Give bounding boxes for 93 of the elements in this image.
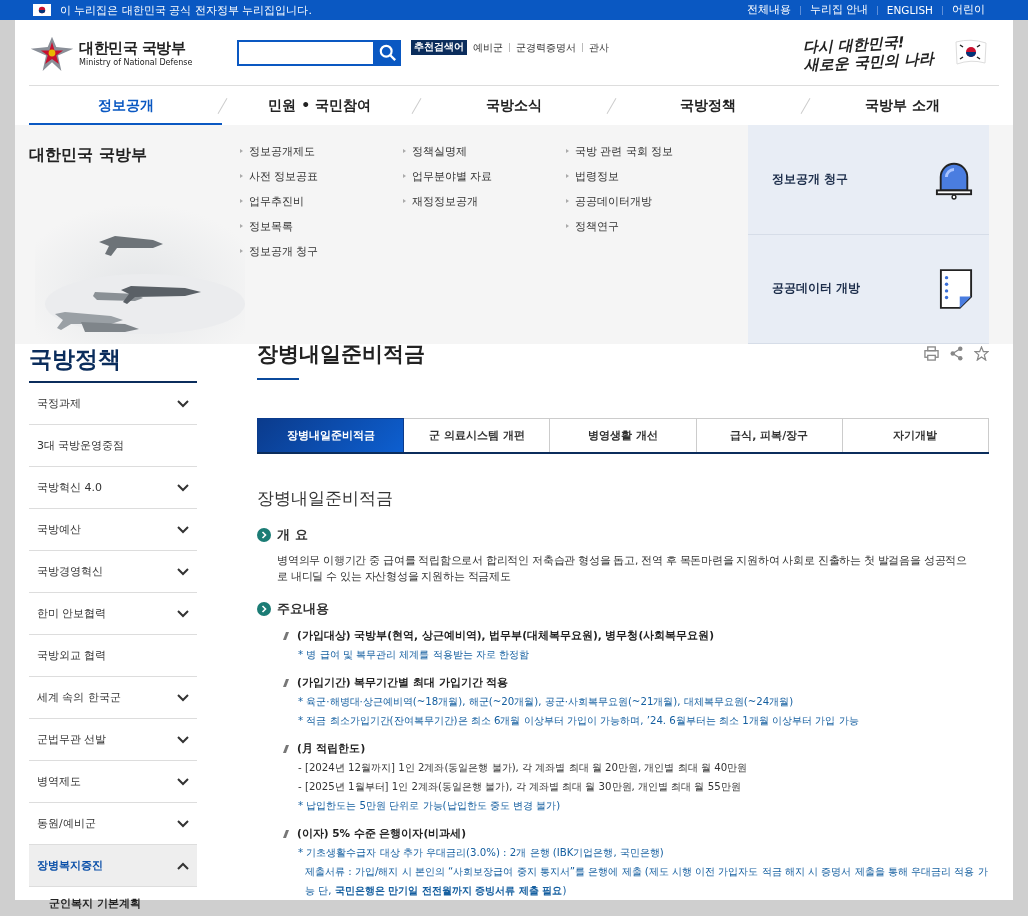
top-link[interactable]: 전체내용 xyxy=(746,3,791,17)
content-heading: 장병내일준비적금 xyxy=(257,487,394,510)
keyword-link[interactable]: 예비군 xyxy=(473,40,503,55)
content-tab[interactable]: 급식, 피복/장구 xyxy=(696,418,843,452)
flag-icon xyxy=(33,4,51,16)
chevron-down-icon xyxy=(177,483,189,492)
menu-link[interactable]: 공공데이터개방 xyxy=(566,193,729,209)
item-marker-icon xyxy=(283,631,289,640)
chevron-circle-icon xyxy=(257,602,271,616)
note-text: * 병 급여 및 복무관리 체계를 적용받는 자로 한정함 xyxy=(297,648,530,662)
sidebar-item[interactable]: 국방외교 협력 xyxy=(29,635,197,677)
menu-link[interactable]: 사전 정보공표 xyxy=(240,168,403,184)
card-label: 공공데이터 개방 xyxy=(772,280,861,298)
item-heading: (가입기간) 복무기간별 최대 가입기간 적용 xyxy=(297,675,509,690)
keyword-link[interactable]: 군경력증명서 xyxy=(516,40,576,55)
section-text: 병역의무 이행기간 중 급여를 적립함으로서 합리적인 저축습관 형성을 돕고, 전역 후 목돈마련을 지원하여 사회로 진출하는 첫 발걸음을 성공적으로 내디딜 수 있는 자산형성을 지원하는 적금제도 xyxy=(277,553,968,584)
sidebar-item[interactable]: 국정과제 xyxy=(29,383,197,425)
chevron-down-icon xyxy=(177,819,189,828)
menu-link[interactable]: 국방 관련 국회 정보 xyxy=(566,143,729,159)
sidebar-item[interactable]: 국방경영혁신 xyxy=(29,551,197,593)
chevron-down-icon xyxy=(177,609,189,618)
menu-card[interactable]: 공공데이터 개방 xyxy=(748,234,989,344)
top-link[interactable]: 어린이 xyxy=(952,3,985,17)
item-heading: (月 적립한도) xyxy=(297,741,366,756)
chevron-down-icon xyxy=(177,567,189,576)
logo-subtitle: Ministry of National Defense xyxy=(79,57,193,67)
nav-tab[interactable]: 국방소식 xyxy=(417,86,611,125)
item-text: - [2025년 1월부터] 1인 2계좌(동일은행 불가), 각 계좌별 최대 월 30만원, 개인별 최대 월 55만원 xyxy=(297,780,742,794)
chevron-circle-icon xyxy=(257,528,271,542)
note-text: * 기초생활수급자 대상 추가 우대금리(3.0%) : 2개 은행 (IBK기업은행, 국민은행) xyxy=(297,846,665,860)
keyword-badge: 추천검색어 xyxy=(411,40,467,55)
card-label: 정보공개 청구 xyxy=(772,170,849,188)
keyword-link[interactable]: 관사 xyxy=(589,40,609,55)
chevron-down-icon xyxy=(177,735,189,744)
content-tab[interactable]: 장병내일준비적금 xyxy=(257,418,405,452)
chevron-down-icon xyxy=(177,525,189,534)
section-title: 주요내용 xyxy=(277,600,329,618)
nav-tab[interactable]: 민원 • 국민참여 xyxy=(223,86,417,125)
sidebar-item[interactable]: 군법무관 선발 xyxy=(29,719,197,761)
nav-tab[interactable]: 국방정책 xyxy=(611,86,805,125)
search-button[interactable] xyxy=(375,39,401,66)
menu-link[interactable]: 정책실명제 xyxy=(403,143,566,159)
print-icon[interactable] xyxy=(924,346,939,361)
sidebar-item[interactable]: 세계 속의 한국군 xyxy=(29,677,197,719)
menu-link[interactable]: 재정정보공개 xyxy=(403,193,566,209)
top-link[interactable]: 누리집 안내 xyxy=(809,3,868,17)
section-title: 개 요 xyxy=(277,526,308,544)
note-text: 제출서류 : 가입/해지 시 본인의 “사회보장급여 중지 통지서”를 은행에 제출 (제도 시행 이전 가입자도 적금 해지 시 증명서 제출을 통해 우대금리 적용 가능 단, 국민은행은 만기일 전전월까지 증빙서류 제출 필요) xyxy=(304,865,989,898)
document-icon xyxy=(939,267,973,310)
content-tab[interactable]: 자기개발 xyxy=(842,418,989,452)
item-marker-icon xyxy=(283,829,289,838)
nav-tab[interactable]: 국방부 소개 xyxy=(805,86,999,125)
search-field[interactable] xyxy=(237,39,375,66)
sidebar-item[interactable]: 국방예산 xyxy=(29,509,197,551)
flag-icon xyxy=(953,37,989,68)
menu-title: 대한민국 국방부 xyxy=(29,145,147,164)
menu-link[interactable]: 정책연구 xyxy=(566,218,729,234)
item-text: - [2024년 12월까지] 1인 2계좌(동일은행 불가), 각 계좌별 최대 월 20만원, 개인별 최대 월 40만원 xyxy=(297,761,749,775)
content-tab[interactable]: 군 의료시스템 개편 xyxy=(404,418,551,452)
note-text: * 적금 최소가입기간(잔여복무기간)은 최소 6개월 이상부터 가입이 가능하며, ’24. 6월부터는 최소 1개월 이상부터 가입 가능 xyxy=(297,714,860,728)
menu-link[interactable]: 정보목록 xyxy=(240,218,403,234)
sidebar-item[interactable]: 한미 안보협력 xyxy=(29,593,197,635)
note-text: * 육군·해병대·상근예비역(~18개월), 해군(~20개월), 공군·사회복무요원(~21개월), 대체복무요원(~24개월) xyxy=(297,695,795,709)
item-heading: (가입대상) 국방부(현역, 상근예비역), 법무부(대체복무요원), 병무청(사회복무요원) xyxy=(297,628,714,643)
content-tab[interactable]: 병영생활 개선 xyxy=(550,418,697,452)
item-marker-icon xyxy=(283,744,289,753)
menu-link[interactable]: 정보공개제도 xyxy=(240,143,403,159)
menu-link[interactable]: 업무분야별 자료 xyxy=(403,168,566,184)
notice-text: 이 누리집은 대한민국 공식 전자정부 누리집입니다. xyxy=(60,2,312,18)
sidebar-title: 국방정책 xyxy=(29,344,197,383)
menu-link[interactable]: 정보공개 청구 xyxy=(240,243,403,259)
star-icon[interactable] xyxy=(974,346,989,361)
search-icon xyxy=(379,43,397,62)
sidebar-item[interactable]: 병역제도 xyxy=(29,761,197,803)
menu-link[interactable]: 법령정보 xyxy=(566,168,729,184)
note-text: * 납입한도는 5만원 단위로 가능(납입한도 중도 변경 불가) xyxy=(297,799,562,813)
sidebar-item[interactable]: 국방혁신 4.0 xyxy=(29,467,197,509)
sidebar-item[interactable]: 3대 국방운영중점 xyxy=(29,425,197,467)
menu-card[interactable]: 정보공개 청구 xyxy=(748,125,989,235)
chevron-down-icon xyxy=(177,777,189,786)
share-icon[interactable] xyxy=(949,346,964,361)
logo[interactable]: 대한민국 국방부 Ministry of National Defense xyxy=(29,29,237,76)
item-marker-icon xyxy=(283,678,289,687)
item-heading: (이자) 5% 수준 은행이자(비과세) xyxy=(297,826,466,841)
menu-link[interactable]: 업무추진비 xyxy=(240,193,403,209)
logo-name: 대한민국 국방부 xyxy=(79,38,187,58)
chevron-down-icon xyxy=(177,399,189,408)
chevron-up-icon xyxy=(177,861,189,870)
sidebar-item[interactable]: 장병복지증진 xyxy=(29,845,197,887)
chevron-down-icon xyxy=(177,693,189,702)
top-link[interactable]: ENGLISH xyxy=(886,4,933,16)
page-title: 장병내일준비적금 xyxy=(257,341,425,368)
sidebar-subitem[interactable]: 군인복지 기본계획 xyxy=(29,887,197,916)
